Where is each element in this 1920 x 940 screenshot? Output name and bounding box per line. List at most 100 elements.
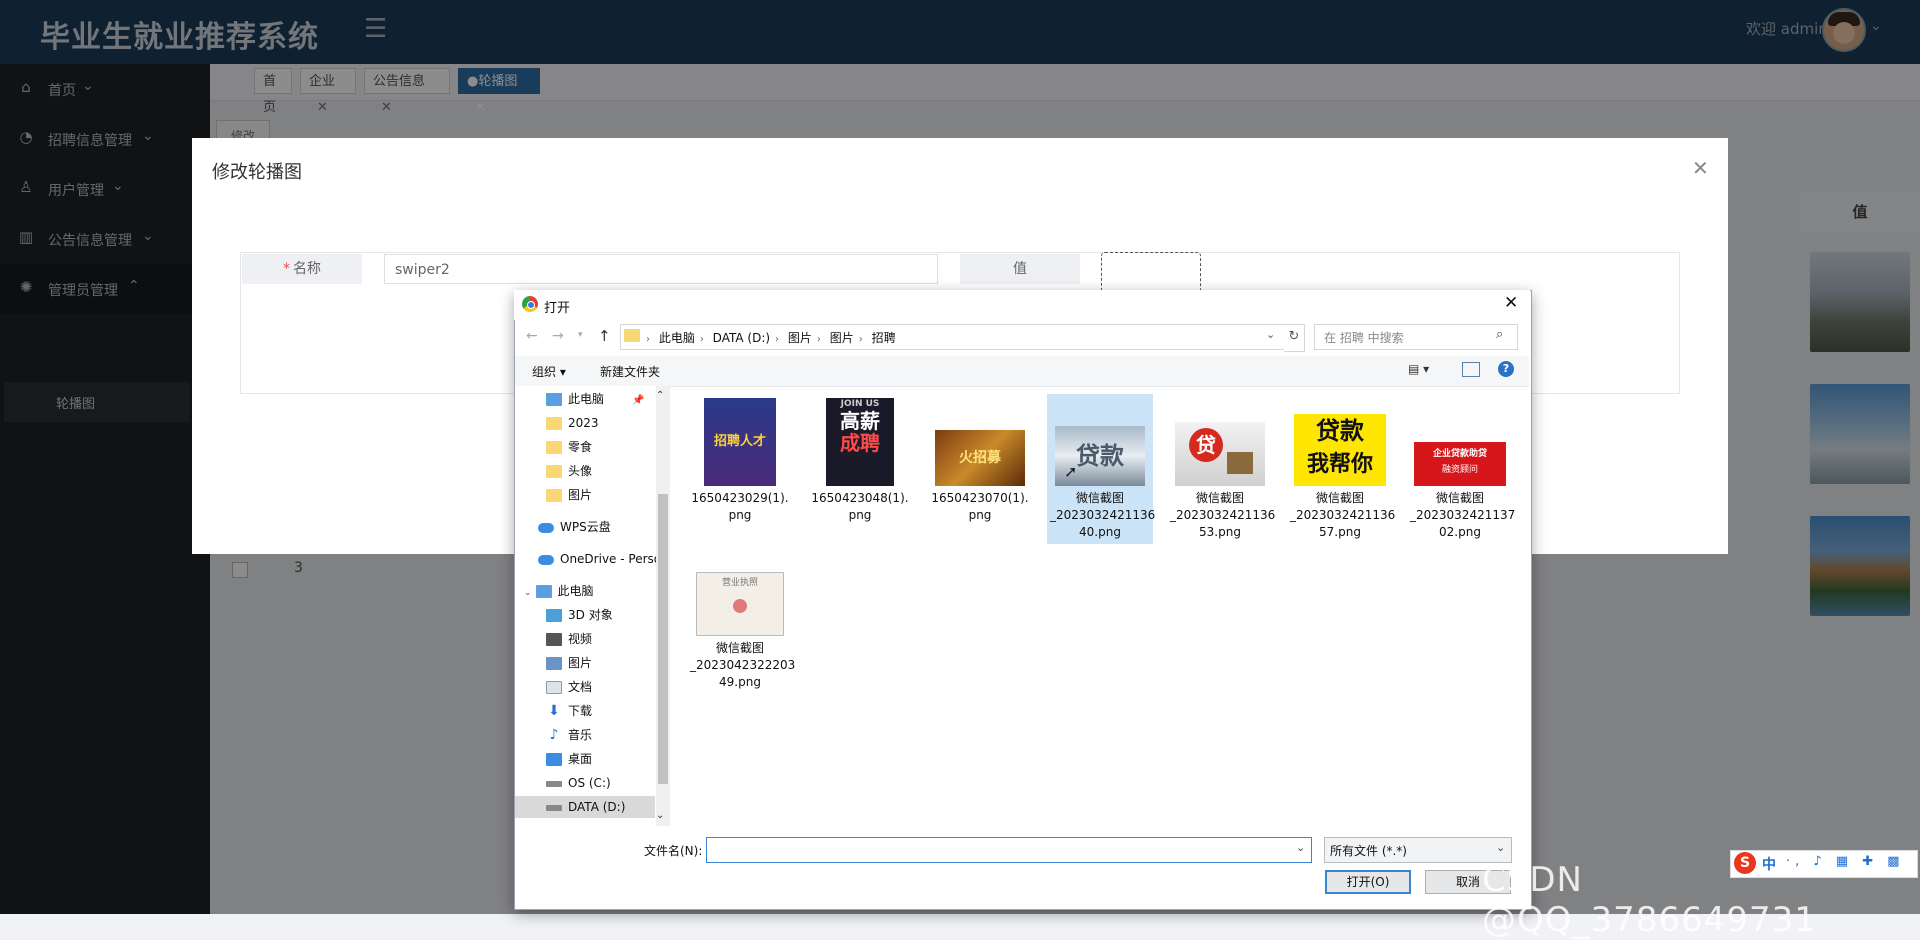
tree-item[interactable]: 图片: [546, 653, 592, 673]
preview-pane-icon[interactable]: [1462, 362, 1480, 377]
pictures-icon: [546, 657, 562, 670]
file-name: png: [728, 508, 752, 522]
tree-item[interactable]: ⬇ 下载: [546, 701, 592, 721]
required-marker: *: [283, 261, 290, 277]
thumbnail-text: 成聘: [840, 431, 880, 455]
breadcrumb-item[interactable]: DATA (D:): [713, 331, 770, 345]
scroll-up-icon[interactable]: ⌃: [656, 390, 664, 401]
breadcrumb-item[interactable]: 图片: [788, 331, 812, 345]
tree-item[interactable]: OneDrive - Perso: [538, 549, 661, 569]
thumbnail-text: 高薪: [840, 409, 880, 433]
tree-item-label: 下载: [568, 704, 593, 718]
close-icon[interactable]: ✕: [1504, 293, 1518, 313]
thumbnail-text: 融资顾问: [1441, 465, 1478, 475]
tree-item[interactable]: ⌄ 此电脑: [524, 581, 594, 601]
file-name: 49.png: [719, 675, 761, 689]
new-folder-button[interactable]: 新建文件夹: [600, 363, 660, 380]
close-icon[interactable]: ✕: [1692, 156, 1709, 180]
name-input[interactable]: swiper2: [384, 254, 938, 284]
tree-item-label: 图片: [568, 656, 593, 670]
breadcrumb-separator: ›: [858, 334, 863, 345]
chevron-down-icon[interactable]: ⌄: [1296, 841, 1305, 854]
refresh-icon[interactable]: ↻: [1284, 324, 1305, 352]
file-item[interactable]: 企业贷款助贷 融资顾问 微信截图 _2023032421137 02.png: [1410, 398, 1515, 541]
tree-item-label: 文档: [568, 680, 593, 694]
tree-item-label: 此电脑: [557, 584, 594, 598]
help-icon[interactable]: ?: [1498, 361, 1514, 377]
file-name: 微信截图: [1435, 491, 1484, 505]
tree-item-label: OneDrive - Perso: [560, 552, 662, 566]
file-name: 1650423070(1).: [931, 491, 1029, 505]
up-arrow-icon[interactable]: ↑: [598, 327, 611, 345]
recent-locations-icon[interactable]: ▾: [578, 330, 583, 340]
forward-arrow-icon[interactable]: →: [552, 328, 564, 344]
filename-input[interactable]: [706, 837, 1312, 863]
thumbnail-text: 贷款: [1316, 417, 1364, 445]
chevron-down-icon[interactable]: ⌄: [524, 588, 532, 598]
file-thumbnail: 营业执照: [696, 572, 784, 636]
tree-item[interactable]: 图片: [546, 485, 592, 505]
tree-item[interactable]: 此电脑 📌: [546, 389, 644, 409]
open-button[interactable]: 打开(O): [1325, 870, 1411, 894]
tree-item[interactable]: 头像: [546, 461, 592, 481]
name-label-text: 名称: [293, 261, 321, 277]
breadcrumb-separator: ›: [646, 334, 650, 345]
tree-item[interactable]: 文档: [546, 677, 592, 697]
computer-icon: [535, 585, 552, 598]
breadcrumb-separator: ›: [816, 334, 821, 345]
filetype-value: 所有文件 (*.*): [1330, 844, 1407, 858]
file-item[interactable]: 火招募 1650423070(1). png: [930, 398, 1030, 524]
tree-item[interactable]: 桌面: [546, 749, 592, 769]
drive-icon: [546, 804, 562, 811]
tree-item[interactable]: WPS云盘: [538, 517, 611, 537]
file-name: _2023032421136: [1170, 508, 1276, 522]
organize-button[interactable]: 组织 ▾: [532, 363, 566, 380]
tree-item-label: 头像: [568, 464, 593, 478]
file-thumbnail: JOIN US 高薪 成聘: [826, 398, 894, 486]
value-label: 值: [960, 254, 1080, 284]
tree-item-label: WPS云盘: [560, 520, 611, 534]
file-name: 02.png: [1439, 525, 1481, 539]
tree-item[interactable]: 零食: [546, 437, 592, 457]
breadcrumb-separator: ›: [699, 334, 704, 345]
breadcrumb-item[interactable]: 招聘: [872, 331, 896, 345]
tree-item[interactable]: DATA (D:): [546, 797, 625, 817]
tree-item[interactable]: 3D 对象: [546, 605, 613, 625]
file-item[interactable]: 招聘人才 1650423029(1). png: [690, 398, 790, 524]
video-icon: [546, 633, 562, 646]
file-name: _2023042322203: [690, 658, 796, 672]
dialog-toolbar: [515, 356, 1529, 387]
back-arrow-icon[interactable]: ←: [526, 328, 538, 344]
file-item[interactable]: 贷 微信截图 _2023032421136 53.png: [1170, 398, 1276, 541]
file-name: _2023032421136: [1050, 508, 1156, 522]
scroll-down-icon[interactable]: ⌄: [656, 810, 664, 821]
tree-item[interactable]: 2023: [546, 413, 599, 433]
file-item[interactable]: 贷款 我帮你 微信截图 _2023032421136 57.png: [1290, 398, 1395, 541]
search-icon[interactable]: ⌕: [1496, 327, 1503, 342]
file-item[interactable]: 营业执照 微信截图 _2023042322203 49.png: [690, 572, 796, 691]
breadcrumb-separator: ›: [775, 334, 780, 345]
folder-icon: [546, 489, 562, 502]
view-options-icon[interactable]: ▤ ▾: [1408, 362, 1429, 376]
thumbnail-text: 营业执照: [721, 578, 758, 588]
file-name: 40.png: [1079, 525, 1121, 539]
thumbnail-text: 企业贷款助贷: [1432, 449, 1487, 459]
image-upload-box[interactable]: [1101, 252, 1201, 294]
tree-item-label: 桌面: [568, 752, 593, 766]
tree-item[interactable]: 视频: [546, 629, 592, 649]
tree-item[interactable]: OS (C:): [546, 773, 611, 793]
drive-icon: [546, 780, 562, 787]
folder-icon: [624, 329, 640, 342]
tree-item[interactable]: ♪ 音乐: [546, 725, 592, 745]
chevron-down-icon[interactable]: ⌄: [1266, 328, 1275, 341]
breadcrumb-item[interactable]: 此电脑: [659, 331, 695, 345]
file-item[interactable]: JOIN US 高薪 成聘 1650423048(1). png: [810, 398, 910, 524]
scrollbar-thumb[interactable]: [658, 494, 668, 784]
folder-icon: [546, 465, 562, 478]
download-icon: ⬇: [548, 703, 560, 719]
modal-title: 修改轮播图: [212, 162, 302, 183]
file-name: 57.png: [1319, 525, 1361, 539]
breadcrumb-item[interactable]: 图片: [830, 331, 854, 345]
folder-icon: [546, 441, 562, 454]
chevron-down-icon[interactable]: ⌄: [1496, 841, 1505, 854]
